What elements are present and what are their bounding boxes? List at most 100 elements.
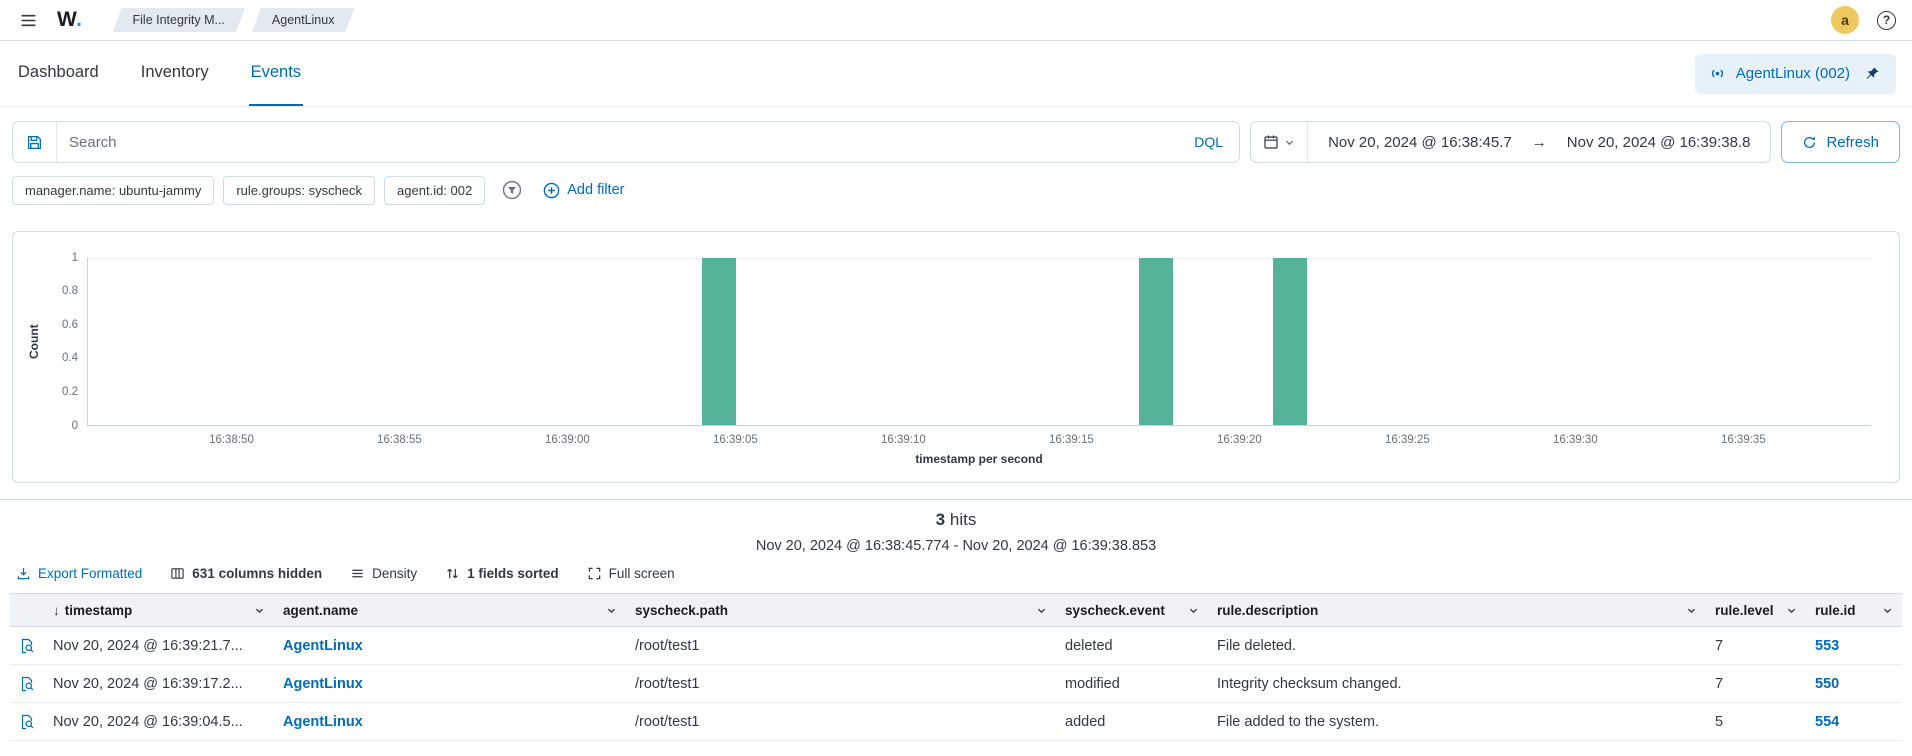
logo-letter: W xyxy=(57,8,76,31)
sort-desc-icon: ↓ xyxy=(53,603,60,618)
cell-rule-id[interactable]: 554 xyxy=(1806,714,1902,730)
cell-syscheck-path: /root/test1 xyxy=(626,714,1056,730)
cell-rule-description: File added to the system. xyxy=(1208,714,1706,730)
chevron-down-icon[interactable] xyxy=(1686,605,1697,616)
histogram-bar[interactable] xyxy=(1139,258,1173,425)
filter-pill-manager-name[interactable]: manager.name: ubuntu-jammy xyxy=(12,176,214,205)
date-from[interactable]: Nov 20, 2024 @ 16:38:45.7 xyxy=(1308,134,1532,151)
pin-icon xyxy=(1864,66,1880,82)
y-axis-ticks: 00.20.40.60.81 xyxy=(45,258,87,426)
agent-selector-button[interactable]: AgentLinux (002) xyxy=(1695,54,1896,94)
filter-pill-agent-id[interactable]: agent.id: 002 xyxy=(384,176,485,205)
tab-inventory[interactable]: Inventory xyxy=(139,41,211,106)
filter-pill-rule-groups[interactable]: rule.groups: syscheck xyxy=(223,176,375,205)
cell-rule-level: 5 xyxy=(1706,714,1806,730)
column-label: rule.description xyxy=(1217,603,1318,618)
tab-dashboard[interactable]: Dashboard xyxy=(16,41,101,106)
top-header: W. File Integrity M... AgentLinux a ? xyxy=(0,0,1912,41)
chevron-down-icon xyxy=(1284,137,1295,148)
histogram-bar[interactable] xyxy=(702,258,736,425)
export-formatted-button[interactable]: Export Formatted xyxy=(16,566,142,581)
plus-circle-icon xyxy=(543,182,560,199)
inspect-document-button[interactable] xyxy=(17,636,37,656)
filter-options-icon xyxy=(502,180,522,200)
search-bar: DQL xyxy=(12,121,1240,163)
date-range-arrow-icon: → xyxy=(1532,134,1547,151)
chevron-down-icon[interactable] xyxy=(606,605,617,616)
column-header-agent-name[interactable]: agent.name xyxy=(274,594,626,626)
column-header-timestamp[interactable]: ↓ timestamp xyxy=(44,594,274,626)
column-header-syscheck-path[interactable]: syscheck.path xyxy=(626,594,1056,626)
cell-syscheck-event: modified xyxy=(1056,676,1208,692)
tabs: Dashboard Inventory Events xyxy=(16,41,303,106)
full-screen-button[interactable]: Full screen xyxy=(587,566,675,581)
inspect-document-icon xyxy=(19,676,35,692)
column-header-rule-id[interactable]: rule.id xyxy=(1806,594,1902,626)
chevron-down-icon[interactable] xyxy=(254,605,265,616)
search-input[interactable] xyxy=(57,122,1178,162)
calendar-button[interactable] xyxy=(1251,122,1308,162)
table-toolbar: Export Formatted 631 columns hidden Dens… xyxy=(0,554,1912,589)
hamburger-icon xyxy=(20,12,37,29)
cell-agent-name[interactable]: AgentLinux xyxy=(274,714,626,730)
column-label: rule.id xyxy=(1815,603,1856,618)
saved-query-button[interactable] xyxy=(13,122,57,162)
cell-agent-name[interactable]: AgentLinux xyxy=(274,638,626,654)
table-row: Nov 20, 2024 @ 16:39:04.5... AgentLinux … xyxy=(10,703,1902,741)
y-tick-label: 0.8 xyxy=(62,286,78,298)
cell-agent-name[interactable]: AgentLinux xyxy=(274,676,626,692)
column-header-rule-level[interactable]: rule.level xyxy=(1706,594,1806,626)
column-label: agent.name xyxy=(283,603,358,618)
wazuh-logo[interactable]: W. xyxy=(57,8,83,32)
tab-bar: Dashboard Inventory Events AgentLinux (0… xyxy=(0,41,1912,107)
column-header-syscheck-event[interactable]: syscheck.event xyxy=(1056,594,1208,626)
x-tick-label: 16:39:10 xyxy=(881,434,926,446)
x-tick-label: 16:39:30 xyxy=(1553,434,1598,446)
inspect-document-button[interactable] xyxy=(17,674,37,694)
y-tick-label: 0.6 xyxy=(62,319,78,331)
chevron-down-icon[interactable] xyxy=(1036,605,1047,616)
column-header-rule-description[interactable]: rule.description xyxy=(1208,594,1706,626)
fullscreen-icon xyxy=(587,566,602,581)
density-button[interactable]: Density xyxy=(350,566,417,581)
cell-rule-id[interactable]: 550 xyxy=(1806,676,1902,692)
cell-rule-level: 7 xyxy=(1706,638,1806,654)
table-header-row: ↓ timestamp agent.name syscheck.path sys… xyxy=(10,593,1902,627)
save-query-icon xyxy=(26,134,43,151)
hits-label: hits xyxy=(950,510,976,529)
y-tick-label: 0.2 xyxy=(62,387,78,399)
header-left: W. File Integrity M... AgentLinux xyxy=(16,8,354,33)
refresh-button[interactable]: Refresh xyxy=(1781,121,1900,163)
x-axis-label: timestamp per second xyxy=(87,452,1871,474)
columns-hidden-button[interactable]: 631 columns hidden xyxy=(170,566,322,581)
query-language-button[interactable]: DQL xyxy=(1178,122,1239,162)
query-bar: DQL Nov 20, 2024 @ 16:38:45.7 → Nov 20, … xyxy=(12,121,1900,163)
chevron-down-icon[interactable] xyxy=(1786,605,1797,616)
x-tick-label: 16:39:05 xyxy=(713,434,758,446)
avatar[interactable]: a xyxy=(1831,6,1859,34)
chevron-down-icon[interactable] xyxy=(1188,605,1199,616)
breadcrumb-file-integrity[interactable]: File Integrity M... xyxy=(113,8,245,32)
add-filter-button[interactable]: Add filter xyxy=(537,181,630,200)
chevron-down-icon[interactable] xyxy=(1882,605,1893,616)
pin-button[interactable] xyxy=(1862,64,1882,84)
menu-button[interactable] xyxy=(16,8,41,33)
x-tick-label: 16:39:00 xyxy=(545,434,590,446)
events-histogram: Count 00.20.40.60.81 16:38:5016:38:5516:… xyxy=(23,258,1871,474)
hits-count: 3 xyxy=(936,510,945,529)
chart-plot[interactable] xyxy=(87,258,1871,426)
breadcrumb-agent[interactable]: AgentLinux xyxy=(252,8,355,32)
fields-sorted-button[interactable]: 1 fields sorted xyxy=(445,566,559,581)
help-icon[interactable]: ? xyxy=(1877,11,1896,30)
logo-dot: . xyxy=(76,8,82,31)
histogram-bar[interactable] xyxy=(1273,258,1307,425)
inspect-document-button[interactable] xyxy=(17,712,37,732)
fields-sorted-label: 1 fields sorted xyxy=(467,566,559,581)
date-to[interactable]: Nov 20, 2024 @ 16:39:38.8 xyxy=(1547,134,1771,151)
cell-rule-id[interactable]: 553 xyxy=(1806,638,1902,654)
filter-options-button[interactable] xyxy=(502,180,522,200)
x-tick-label: 16:39:20 xyxy=(1217,434,1262,446)
x-tick-label: 16:38:55 xyxy=(377,434,422,446)
x-tick-label: 16:39:35 xyxy=(1721,434,1766,446)
tab-events[interactable]: Events xyxy=(249,41,303,106)
